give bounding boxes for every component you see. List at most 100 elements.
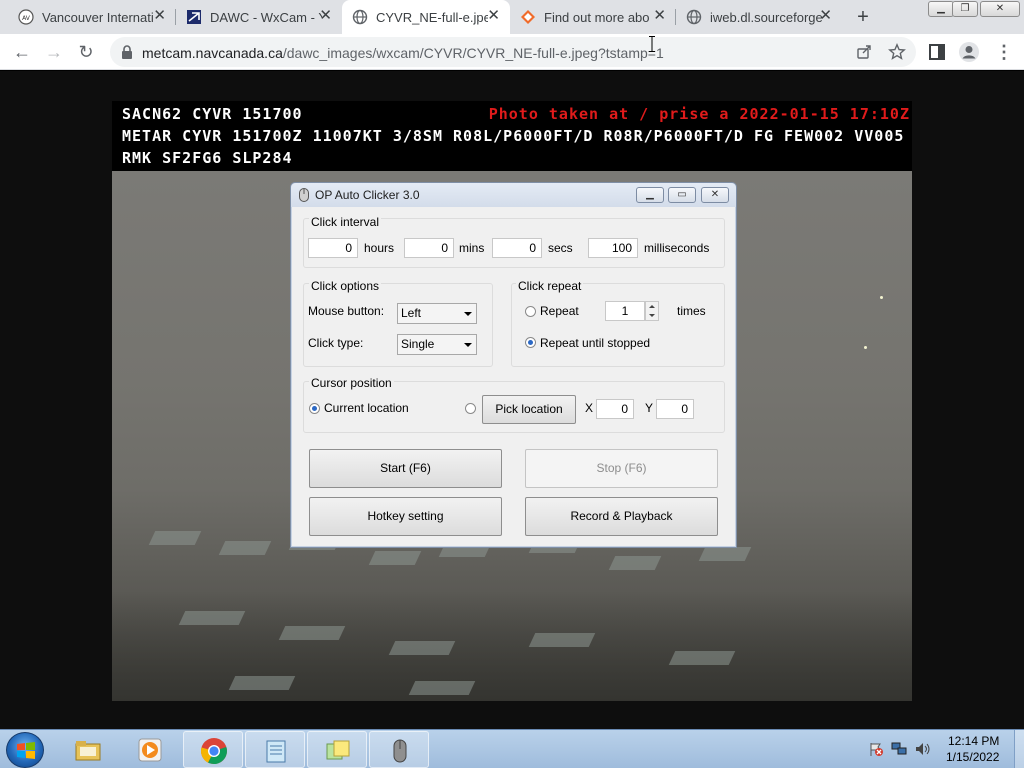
sticky-notes-icon <box>326 740 350 760</box>
click-interval-label: Click interval <box>309 215 382 229</box>
pick-location-button[interactable]: Pick location <box>482 395 576 424</box>
milliseconds-input[interactable]: 100 <box>588 238 638 258</box>
globe-icon <box>352 9 368 25</box>
chevron-down-icon <box>464 312 472 316</box>
ground-patch <box>228 676 296 690</box>
ground-patch <box>528 633 596 647</box>
ground-patch <box>668 651 736 665</box>
hotkey-setting-button[interactable]: Hotkey setting <box>309 497 502 536</box>
mouse-button-label: Mouse button: <box>308 304 385 318</box>
repeat-radio[interactable] <box>525 306 536 317</box>
minutes-input[interactable]: 0 <box>404 238 454 258</box>
runway-light <box>864 346 867 349</box>
action-center-flag-icon[interactable] <box>868 741 884 757</box>
system-tray: 12:14 PM 1/15/2022 <box>862 730 1024 768</box>
minimize-icon[interactable]: ▁ <box>636 187 664 203</box>
start-button[interactable] <box>6 732 44 768</box>
taskbar-notepad[interactable] <box>245 731 305 768</box>
restore-icon[interactable]: ❐ <box>952 1 978 17</box>
ground-patch <box>148 531 202 545</box>
y-coordinate-input[interactable]: 0 <box>656 399 694 419</box>
bookmark-star-icon[interactable] <box>888 43 906 61</box>
repeat-label: Repeat <box>540 304 579 318</box>
tab-cyvr-image[interactable]: CYVR_NE-full-e.jpe ✕ <box>342 0 510 34</box>
taskbar-chrome[interactable] <box>183 731 243 768</box>
profile-avatar-icon[interactable] <box>958 41 980 63</box>
mouse-icon <box>393 739 407 763</box>
click-type-select[interactable]: Single <box>397 334 477 355</box>
remarks-line: RMK SF2FG6 SLP284 <box>122 149 293 167</box>
hours-input[interactable]: 0 <box>308 238 358 258</box>
close-icon[interactable]: ✕ <box>653 8 666 24</box>
forward-icon[interactable]: → <box>42 40 66 64</box>
window-title: OP Auto Clicker 3.0 <box>315 188 420 202</box>
minutes-label: mins <box>459 241 485 255</box>
seconds-label: secs <box>548 241 573 255</box>
side-panel-icon[interactable] <box>928 43 946 61</box>
close-icon[interactable]: ✕ <box>319 8 332 24</box>
text-cursor-icon <box>649 36 655 52</box>
taskbar-sticky-notes[interactable] <box>307 731 367 768</box>
window-controls: ▁ ❐ ✕ <box>928 0 1024 18</box>
volume-icon[interactable] <box>914 741 932 757</box>
address-bar[interactable]: metcam.navcanada.ca/dawc_images/wxcam/CY… <box>110 37 916 67</box>
tab-strip: AV Vancouver Internati ✕ DAWC - WxCam - … <box>0 0 1024 34</box>
tab-dawc[interactable]: DAWC - WxCam - Y ✕ <box>176 0 342 34</box>
mouse-button-value: Left <box>401 306 422 320</box>
spin-up-icon <box>649 305 655 308</box>
chrome-icon <box>201 738 227 765</box>
window-title-bar[interactable]: OP Auto Clicker 3.0 ▁ ▭ ✕ <box>291 183 736 207</box>
tab-iweb[interactable]: iweb.dl.sourceforge ✕ <box>676 0 842 34</box>
minimize-icon[interactable]: ▁ <box>928 1 954 17</box>
menu-kebab-icon[interactable]: ⋮ <box>992 40 1016 64</box>
taskbar-auto-clicker[interactable] <box>369 731 429 768</box>
lock-icon <box>122 45 132 59</box>
milliseconds-label: milliseconds <box>644 241 710 255</box>
network-icon[interactable] <box>891 741 907 757</box>
taskbar-media-player[interactable] <box>120 731 180 768</box>
current-location-radio[interactable] <box>309 403 320 414</box>
navcanada-icon <box>187 10 201 24</box>
repeat-until-stopped-radio[interactable] <box>525 337 536 348</box>
reload-icon[interactable]: ↻ <box>74 40 98 64</box>
record-playback-button[interactable]: Record & Playback <box>525 497 718 536</box>
media-player-icon <box>138 738 162 762</box>
url-host: metcam.navcanada.ca <box>142 45 283 61</box>
window-close-icon[interactable]: ✕ <box>701 187 729 203</box>
chevron-down-icon <box>464 343 472 347</box>
show-desktop-button[interactable] <box>1014 730 1024 768</box>
seconds-input[interactable]: 0 <box>492 238 542 258</box>
new-tab-button[interactable]: + <box>852 6 874 28</box>
start-button[interactable]: Start (F6) <box>309 449 502 488</box>
current-location-label: Current location <box>324 401 409 415</box>
close-icon[interactable]: ✕ <box>487 8 500 24</box>
globe-icon <box>686 9 702 25</box>
maximize-icon[interactable]: ▭ <box>668 187 696 203</box>
close-icon[interactable]: ✕ <box>819 8 832 24</box>
back-icon[interactable]: ← <box>10 40 34 64</box>
close-icon[interactable]: ✕ <box>153 8 166 24</box>
click-options-label: Click options <box>309 279 382 293</box>
x-coordinate-input[interactable]: 0 <box>596 399 634 419</box>
windows-explorer-icon <box>75 741 101 761</box>
browser-toolbar: ← → ↻ metcam.navcanada.ca/dawc_images/wx… <box>0 34 1024 70</box>
taskbar-explorer[interactable] <box>58 731 118 768</box>
repeat-count-input[interactable]: 1 <box>605 301 645 321</box>
click-type-value: Single <box>401 337 435 351</box>
photo-timestamp: Photo taken at / prise a 2022-01-15 17:1… <box>488 105 910 123</box>
share-icon[interactable] <box>856 44 872 60</box>
tab-sourceforge[interactable]: Find out more abo ✕ <box>510 0 676 34</box>
runway-light <box>880 296 883 299</box>
pick-location-radio[interactable] <box>465 403 476 414</box>
yvr-icon: AV <box>18 9 34 25</box>
tab-title: CYVR_NE-full-e.jpe <box>376 10 488 25</box>
windows-logo-icon <box>17 742 35 759</box>
taskbar: 12:14 PM 1/15/2022 <box>0 729 1024 768</box>
tab-vancouver[interactable]: AV Vancouver Internati ✕ <box>8 0 176 34</box>
repeat-count-stepper[interactable] <box>645 301 659 321</box>
clock-date[interactable]: 1/15/2022 <box>946 750 999 764</box>
window-close-icon[interactable]: ✕ <box>980 1 1020 17</box>
stop-button[interactable]: Stop (F6) <box>525 449 718 488</box>
mouse-button-select[interactable]: Left <box>397 303 477 324</box>
clock-time[interactable]: 12:14 PM <box>948 734 999 748</box>
